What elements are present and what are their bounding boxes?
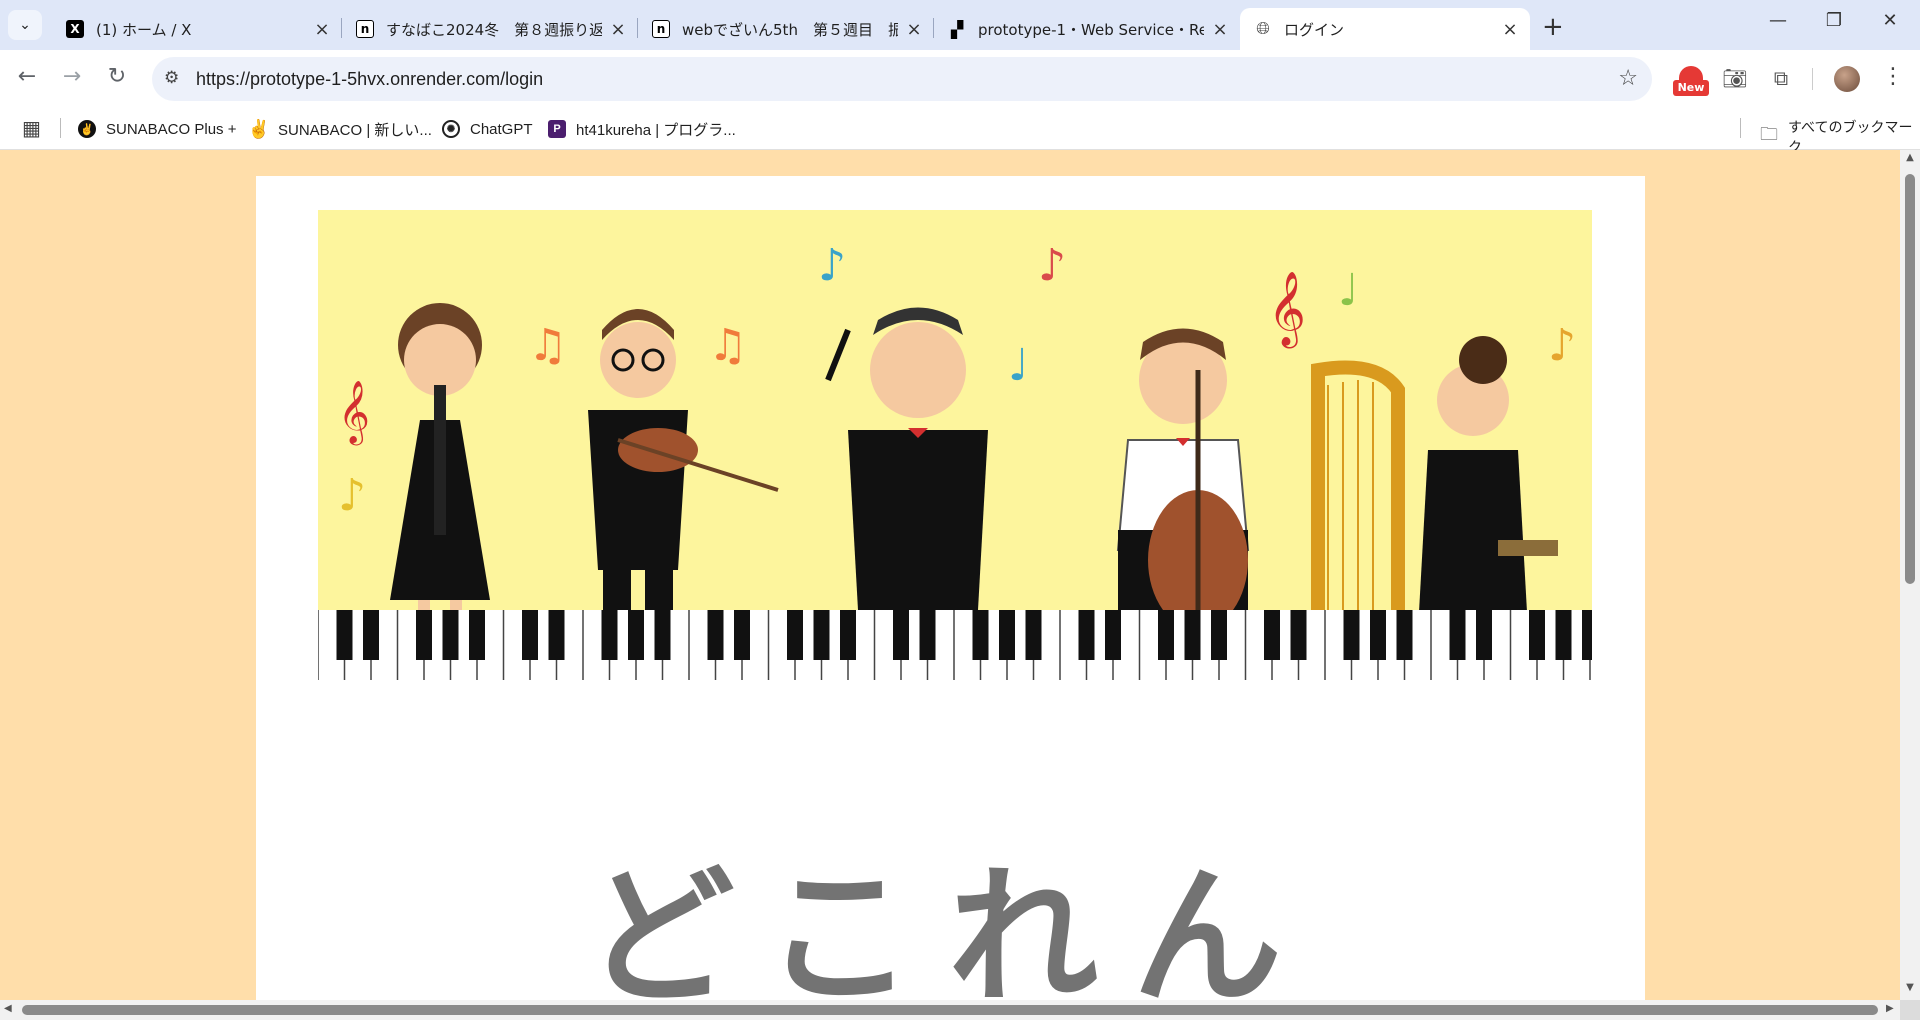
svg-text:♩: ♩ <box>1338 265 1359 316</box>
app-logo-text: どこれん <box>584 851 1317 1000</box>
tab-title: prototype-1・Web Service・Re <box>978 20 1204 39</box>
menu-kebab-icon[interactable]: ⋮ <box>1882 64 1904 89</box>
note-icon: n <box>652 20 670 38</box>
render-icon: ▞ <box>950 19 964 39</box>
bookmark-star-icon[interactable]: ☆ <box>1618 66 1638 91</box>
svg-text:𝄞: 𝄞 <box>338 380 370 446</box>
svg-text:♪: ♪ <box>1038 240 1066 291</box>
tab-strip: ⌄ X (1) ホーム / X × n すなばこ2024冬 第８週振り返り × … <box>0 0 1920 50</box>
bookmark-sunabaco-plus[interactable]: ✌ SUNABACO Plus + <box>78 118 236 140</box>
note-icon: n <box>356 20 374 38</box>
bookmark-ht41kureha[interactable]: P ht41kureha | プログラ... <box>548 118 736 140</box>
new-badge-label: New <box>1673 80 1709 96</box>
extension-new-badge[interactable]: New <box>1673 66 1709 102</box>
prog-p-icon: P <box>548 120 566 138</box>
bookmark-label: SUNABACO Plus + <box>106 120 237 138</box>
window-close-icon[interactable]: ✕ <box>1870 10 1910 31</box>
svg-text:♫: ♫ <box>528 320 567 371</box>
tab-search-button[interactable]: ⌄ <box>8 10 42 40</box>
svg-text:♩: ♩ <box>1008 340 1029 391</box>
back-icon[interactable]: ← <box>10 64 44 89</box>
extensions-puzzle-icon[interactable]: ⧉ <box>1763 60 1799 96</box>
tab-title: ログイン <box>1284 20 1345 39</box>
reload-icon[interactable]: ↻ <box>100 64 134 89</box>
svg-text:♪: ♪ <box>1548 320 1576 371</box>
bookmark-label: ChatGPT <box>470 120 533 138</box>
tab-login[interactable]: 🌐︎ ログイン × <box>1240 8 1530 50</box>
svg-text:♫: ♫ <box>708 320 747 371</box>
tab-render[interactable]: ▞ prototype-1・Web Service・Re × <box>934 8 1240 50</box>
horizontal-scrollbar[interactable]: ◀ ▶ <box>0 1000 1900 1020</box>
scroll-right-icon[interactable]: ▶ <box>1886 1003 1894 1014</box>
bookmark-separator <box>1740 118 1741 138</box>
bookmark-separator <box>60 118 61 138</box>
minimize-icon[interactable]: — <box>1758 10 1798 31</box>
scroll-left-icon[interactable]: ◀ <box>4 1003 12 1014</box>
sunabaco-icon: ✌ <box>78 120 96 138</box>
tab-note-1[interactable]: n すなばこ2024冬 第８週振り返り × <box>342 8 638 50</box>
close-icon[interactable]: × <box>904 19 924 40</box>
horizontal-scroll-thumb[interactable] <box>22 1005 1878 1015</box>
forward-icon[interactable]: → <box>55 64 89 89</box>
close-icon[interactable]: × <box>1210 19 1230 40</box>
url-text[interactable]: https://prototype-1-5hvx.onrender.com/lo… <box>196 69 543 90</box>
new-tab-button[interactable]: + <box>1542 12 1564 42</box>
tab-title: すなばこ2024冬 第８週振り返り <box>386 20 602 39</box>
bookmark-sunabaco[interactable]: ✌ SUNABACO | 新しい... <box>247 118 432 140</box>
tab-note-2[interactable]: n webでざいん5th 第５週目 振り × <box>638 8 934 50</box>
camera-icon[interactable]: 📷︎ <box>1717 60 1753 96</box>
bookmark-label: SUNABACO | 新しい... <box>278 121 432 139</box>
chatgpt-icon: ✺ <box>442 120 460 138</box>
scroll-down-icon[interactable]: ▼ <box>1904 982 1916 993</box>
browser-toolbar: ← → ↻ ⚙︎ https://prototype-1-5hvx.onrend… <box>0 50 1920 108</box>
address-bar[interactable]: ⚙︎ https://prototype-1-5hvx.onrender.com… <box>152 57 1652 101</box>
sunabaco-hand-icon: ✌ <box>247 118 271 139</box>
chevron-down-icon: ⌄ <box>19 17 31 33</box>
svg-text:♪: ♪ <box>818 240 846 291</box>
page-viewport: ♪ ♪ ♫ ♫ ♩ ♩ ♪ ♪ 𝄞 𝄞 どこれん <box>0 150 1900 1000</box>
scrollbar-corner <box>1900 1000 1920 1020</box>
scroll-up-icon[interactable]: ▲ <box>1904 152 1916 163</box>
close-icon[interactable]: × <box>1500 19 1520 40</box>
close-icon[interactable]: × <box>608 19 628 40</box>
bookmark-label: ht41kureha | プログラ... <box>576 121 736 139</box>
globe-icon: 🌐︎ <box>1256 19 1270 39</box>
folder-icon: 🗀 <box>1760 124 1778 145</box>
tab-x[interactable]: X (1) ホーム / X × <box>52 8 342 50</box>
orchestra-banner-image: ♪ ♪ ♫ ♫ ♩ ♩ ♪ ♪ 𝄞 𝄞 <box>318 210 1592 698</box>
x-icon: X <box>66 20 84 38</box>
bookmarks-bar: ▦ ✌ SUNABACO Plus + ✌ SUNABACO | 新しい... … <box>0 108 1920 156</box>
restore-icon[interactable]: ❐ <box>1814 10 1854 31</box>
tab-title: webでざいん5th 第５週目 振り <box>682 20 898 39</box>
close-icon[interactable]: × <box>312 19 332 40</box>
tab-title: (1) ホーム / X <box>96 20 192 39</box>
login-card: ♪ ♪ ♫ ♫ ♩ ♩ ♪ ♪ 𝄞 𝄞 どこれん <box>256 176 1645 1000</box>
orchestra-illustration: ♪ ♪ ♫ ♫ ♩ ♩ ♪ ♪ 𝄞 𝄞 <box>318 210 1592 698</box>
apps-grid-icon[interactable]: ▦ <box>22 116 41 140</box>
svg-text:𝄞: 𝄞 <box>1268 272 1306 349</box>
toolbar-divider <box>1812 68 1813 90</box>
site-info-icon[interactable]: ⚙︎ <box>164 68 179 88</box>
bookmark-chatgpt[interactable]: ✺ ChatGPT <box>442 118 533 140</box>
svg-text:♪: ♪ <box>338 470 366 521</box>
profile-avatar[interactable] <box>1834 66 1860 92</box>
vertical-scroll-thumb[interactable] <box>1905 174 1915 584</box>
vertical-scrollbar[interactable]: ▲ ▼ <box>1900 150 1920 1000</box>
